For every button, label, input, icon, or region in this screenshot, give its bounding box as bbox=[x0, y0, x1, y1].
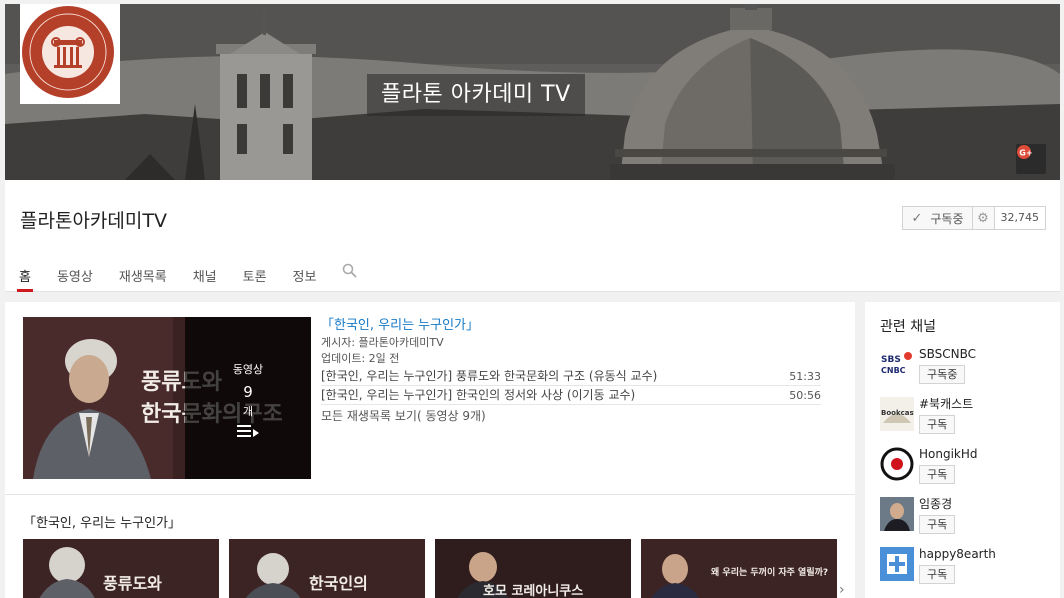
svg-text:CNBC: CNBC bbox=[881, 366, 906, 375]
tab-videos[interactable]: 동영상 bbox=[57, 266, 93, 292]
gear-icon[interactable]: ⚙ bbox=[972, 206, 995, 230]
shelf-thumb-text: 왜 우리는 두꺼이 자주 열릴까? bbox=[711, 566, 828, 578]
related-channel-name[interactable]: happy8earth bbox=[919, 547, 996, 561]
subscribe-button[interactable]: 구독중 bbox=[919, 365, 966, 384]
playlist-updated: 업데이트: 2일 전 bbox=[321, 352, 400, 365]
channel-avatar[interactable] bbox=[880, 447, 914, 481]
shelf-video-thumbnail[interactable]: 호모 코레아니쿠스 bbox=[435, 539, 631, 598]
svg-text:Bookcast: Bookcast bbox=[881, 409, 914, 417]
academia-platonica-logo-icon bbox=[22, 6, 114, 98]
channel-logo bbox=[20, 4, 120, 104]
shelf-title[interactable]: 「한국인, 우리는 누구인가」 bbox=[23, 512, 181, 531]
subscribe-button[interactable]: 구독 bbox=[919, 565, 956, 584]
overlay-label: 동영상 bbox=[232, 363, 264, 376]
related-channel-name[interactable]: #북캐스트 bbox=[919, 397, 973, 411]
channel-avatar[interactable]: SBS CNBC bbox=[880, 347, 914, 381]
subscribe-button[interactable]: 구독 bbox=[919, 465, 956, 484]
subscribed-button[interactable]: ✓ 구독중 bbox=[902, 206, 973, 230]
google-plus-icon[interactable]: G+ bbox=[1016, 144, 1046, 174]
channel-header: 플라톤아카데미TV ✓ 구독중 ⚙ 32,745 홈 동영상 재생목록 채널 토… bbox=[5, 180, 1060, 292]
playlist-author: 게시자: 플라톤아카데미TV bbox=[321, 336, 444, 349]
tab-about[interactable]: 정보 bbox=[293, 266, 317, 292]
shelf-video-thumbnail[interactable]: 한국인의 bbox=[229, 539, 425, 598]
subscribe-group: ✓ 구독중 ⚙ 32,745 bbox=[902, 206, 1046, 230]
playlist-count-overlay: 동영상 9 개 bbox=[185, 317, 311, 479]
tab-home[interactable]: 홈 bbox=[17, 266, 33, 292]
channel-avatar[interactable] bbox=[880, 547, 914, 581]
playlist-icon bbox=[237, 423, 259, 442]
related-channel-item: happy8earth 구독 bbox=[880, 547, 996, 584]
related-channel-name[interactable]: SBSCNBC bbox=[919, 347, 976, 361]
subscribe-button[interactable]: 구독 bbox=[919, 515, 956, 534]
main-content: 풍류도와 한국문화의구조 동영상 9 개 「한국인, 우리는 누구인가」 게시자… bbox=[5, 302, 855, 598]
tab-discussion[interactable]: 토론 bbox=[243, 266, 267, 292]
checkmark-icon: ✓ bbox=[911, 210, 923, 226]
playlist-video-row[interactable]: [한국인, 우리는 누구인가] 한국인의 정서와 사상 (이기동 교수) 50:… bbox=[321, 386, 821, 405]
subscribe-button[interactable]: 구독 bbox=[919, 415, 956, 434]
subscriber-count: 32,745 bbox=[994, 206, 1046, 230]
banner-title: 플라톤 아카데미 TV bbox=[367, 74, 585, 116]
subscribe-label: 구독중 bbox=[930, 211, 964, 226]
video-duration: 51:33 bbox=[789, 370, 821, 383]
related-channel-name[interactable]: HongikHd bbox=[919, 447, 978, 461]
related-channel-item: 임종경 구독 bbox=[880, 497, 956, 534]
related-channel-item: HongikHd 구독 bbox=[880, 447, 978, 484]
playlist-video-row[interactable]: [한국인, 우리는 누구인가] 풍류도와 한국문화의 구조 (유동식 교수) 5… bbox=[321, 367, 821, 386]
related-channel-item: Bookcast #북캐스트 구독 bbox=[880, 397, 973, 434]
related-channel-name[interactable]: 임종경 bbox=[919, 497, 955, 511]
related-channels-sidebar: 관련 채널 SBS CNBC SBSCNBC 구독중 Bookcast #북캐스트… bbox=[865, 302, 1060, 598]
channel-title: 플라톤아카데미TV bbox=[20, 210, 167, 232]
shelf-video-thumbnail[interactable]: 풍류도와 bbox=[23, 539, 219, 598]
search-icon[interactable] bbox=[342, 263, 358, 289]
section-divider bbox=[5, 494, 855, 495]
overlay-count: 9 bbox=[243, 383, 253, 401]
tab-playlists[interactable]: 재생목록 bbox=[119, 266, 167, 292]
related-channels-title: 관련 채널 bbox=[880, 319, 936, 335]
view-all-playlist-link[interactable]: 모든 재생목록 보기( 동영상 9개) bbox=[321, 408, 821, 424]
shelf-video-thumbnail[interactable]: 왜 우리는 두꺼이 자주 열릴까? bbox=[641, 539, 837, 598]
shelf-thumb-text: 풍류도와 bbox=[103, 574, 162, 593]
video-duration: 50:56 bbox=[789, 389, 821, 402]
shelf-thumb-text: 호모 코레아니쿠스 bbox=[483, 583, 583, 598]
channel-avatar[interactable]: Bookcast bbox=[880, 397, 914, 431]
tab-channels[interactable]: 채널 bbox=[193, 266, 217, 292]
video-shelf: 풍류도와 한국인의 호모 코레아니쿠스 왜 우리는 두꺼이 자주 열릴까? bbox=[23, 539, 847, 598]
featured-playlist-title[interactable]: 「한국인, 우리는 누구인가」 bbox=[321, 317, 821, 335]
svg-text:G+: G+ bbox=[1019, 149, 1032, 158]
chevron-right-icon[interactable]: › bbox=[839, 582, 845, 598]
video-title[interactable]: [한국인, 우리는 누구인가] 한국인의 정서와 사상 (이기동 교수) bbox=[321, 386, 635, 404]
channel-avatar[interactable] bbox=[880, 497, 914, 531]
overlay-unit: 개 bbox=[242, 405, 254, 418]
channel-tabs: 홈 동영상 재생목록 채널 토론 정보 bbox=[17, 263, 383, 292]
related-channel-item: SBS CNBC SBSCNBC 구독중 bbox=[880, 347, 976, 384]
channel-banner: 플라톤 아카데미 TV G+ bbox=[5, 4, 1060, 180]
video-title[interactable]: [한국인, 우리는 누구인가] 풍류도와 한국문화의 구조 (유동식 교수) bbox=[321, 367, 657, 385]
svg-text:SBS: SBS bbox=[881, 355, 901, 365]
featured-playlist-info: 「한국인, 우리는 누구인가」 게시자: 플라톤아카데미TV 업데이트: 2일 … bbox=[321, 317, 821, 424]
featured-playlist-thumbnail[interactable]: 풍류도와 한국문화의구조 동영상 9 개 bbox=[23, 317, 311, 479]
shelf-thumb-text: 한국인의 bbox=[309, 574, 368, 593]
